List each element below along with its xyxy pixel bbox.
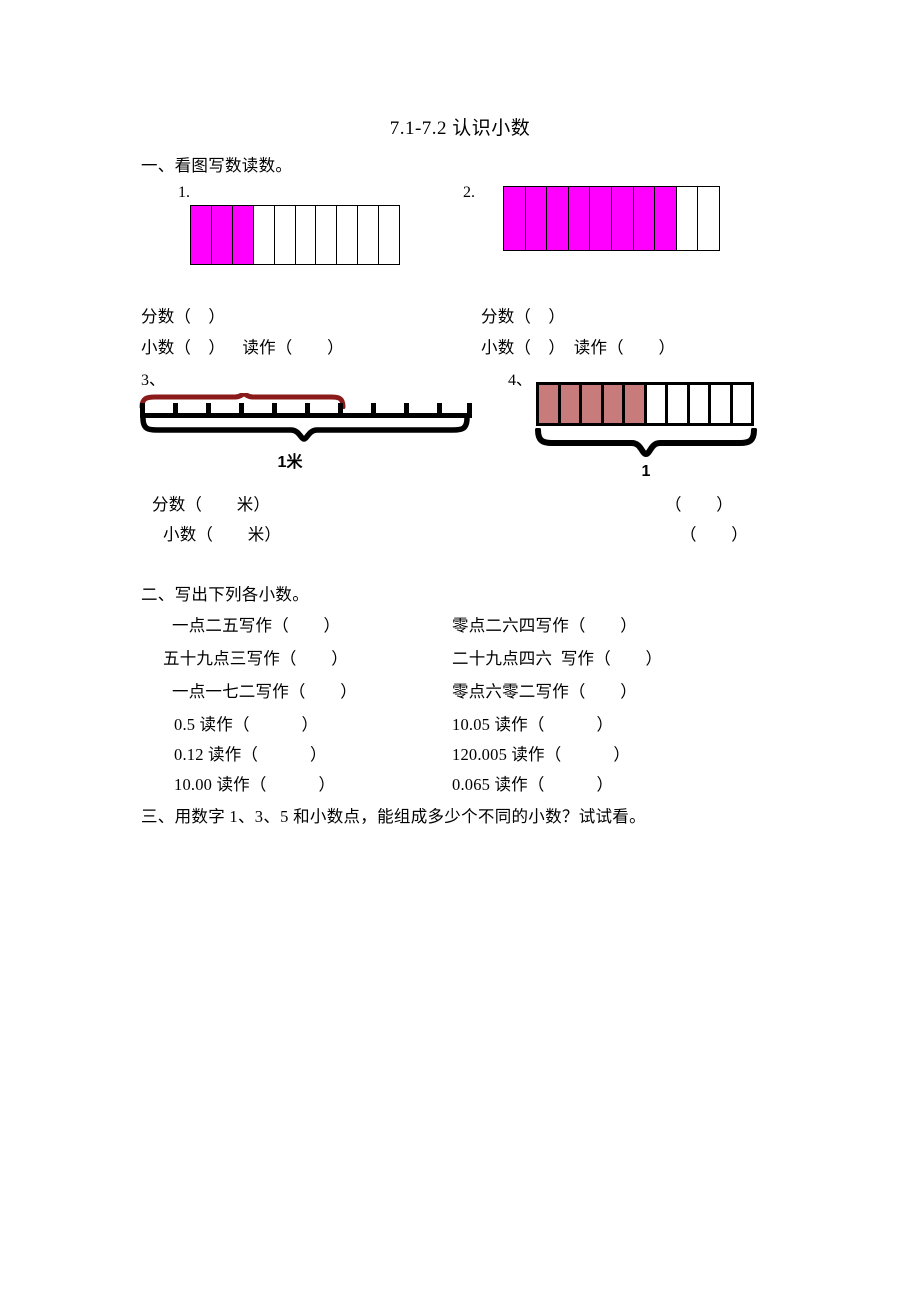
strip-cell-filled [582,385,604,423]
item-2-decimal-line[interactable]: 小数（ ） 读作（ ） [481,334,675,358]
item-4-decimal-strip [536,382,754,426]
strip-cell-filled [590,187,612,250]
strip-cell-empty [690,385,711,423]
section-1-heading: 一、看图写数读数。 [141,156,293,175]
strip-cell-empty [337,206,359,264]
read-row-3-right[interactable]: 0.065 读作（ ） [452,771,613,795]
item-3-brace-label: 1米 [277,454,303,471]
strip-cell-empty [358,206,380,264]
strip-cell-filled [191,206,212,264]
item-4-unit-brace [535,428,757,458]
write-row-3-left[interactable]: 一点一七二写作（ ） [172,678,357,702]
read-row-1-right[interactable]: 10.05 读作（ ） [452,711,613,735]
write-row-2-left[interactable]: 五十九点三写作（ ） [163,645,348,669]
page-title: 7.1-7.2 认识小数 [389,118,531,139]
strip-cell-filled [603,385,625,423]
item-4-answer-line-2[interactable]: （ ） [680,521,748,545]
strip-cell-empty [733,385,752,423]
strip-cell-filled [232,206,254,264]
read-row-3-left[interactable]: 10.00 读作（ ） [174,771,335,795]
item-1-number: 1. [178,184,190,201]
item-3-decimal-line[interactable]: 小数（ 米） [163,521,281,545]
item-2-number: 2. [463,184,475,201]
item-2-decimal-strip [503,186,720,251]
strip-cell-empty [647,385,668,423]
strip-cell-empty [668,385,690,423]
strip-cell-filled [504,187,526,250]
strip-cell-filled [547,187,569,250]
strip-cell-empty [711,385,733,423]
worksheet-page: 7.1-7.2 认识小数 一、看图写数读数。 1. 分数（ ） 小数（ ） 读作… [0,0,920,1302]
strip-cell-filled [539,385,561,423]
write-row-1-right[interactable]: 零点二六四写作（ ） [452,612,637,636]
write-row-1-left[interactable]: 一点二五写作（ ） [172,612,340,636]
strip-cell-filled [655,187,677,250]
strip-cell-empty [379,206,399,264]
item-3-meter-brace [140,416,470,442]
strip-cell-filled [611,187,634,250]
strip-cell-empty [254,206,275,264]
section-3-heading: 三、用数字 1、3、5 和小数点，能组成多少个不同的小数？试试看。 [141,807,646,826]
strip-cell-empty [275,206,296,264]
item-1-decimal-strip [190,205,400,265]
read-row-2-right[interactable]: 120.005 读作（ ） [452,741,630,765]
item-4-number: 4、 [508,372,533,389]
item-4-answer-line-1[interactable]: （ ） [665,491,733,515]
strip-cell-filled [625,385,647,423]
strip-cell-empty [296,206,317,264]
strip-cell-filled [568,187,591,250]
write-row-3-right[interactable]: 零点六零二写作（ ） [452,678,637,702]
strip-cell-empty [316,206,338,264]
strip-cell-empty [698,187,719,250]
strip-cell-filled [633,187,656,250]
item-3-ruler [140,398,472,418]
section-2-heading: 二、写出下列各小数。 [141,585,309,604]
item-3-fraction-line[interactable]: 分数（ 米） [152,491,270,515]
strip-cell-filled [525,187,548,250]
item-3-number: 3、 [141,372,166,389]
read-row-2-left[interactable]: 0.12 读作（ ） [174,741,327,765]
item-1-fraction-line[interactable]: 分数（ ） [141,303,225,327]
strip-cell-filled [560,385,582,423]
strip-cell-filled [211,206,233,264]
item-1-decimal-line[interactable]: 小数（ ） 读作（ ） [141,334,344,358]
item-2-fraction-line[interactable]: 分数（ ） [481,303,565,327]
strip-cell-empty [677,187,699,250]
write-row-2-right[interactable]: 二十九点四六 写作（ ） [452,645,662,669]
read-row-1-left[interactable]: 0.5 读作（ ） [174,711,318,735]
item-4-brace-label: 1 [641,463,651,480]
